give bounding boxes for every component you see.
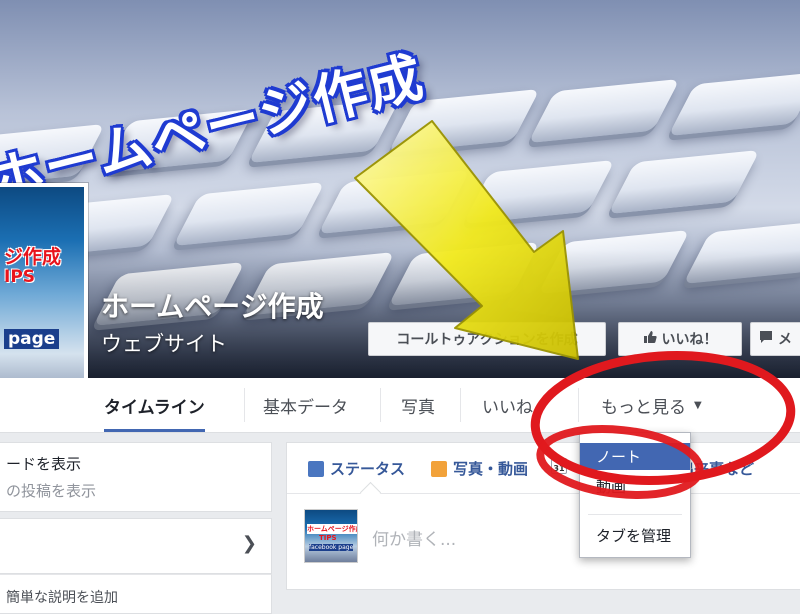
like-button[interactable]: いいね！ <box>618 322 742 356</box>
post-composer: ステータス 写真・動画 31 出来事など ホームページ作成 TIPS faceb… <box>286 442 800 590</box>
keyboard-key <box>528 78 680 144</box>
menu-item-manage-tabs[interactable]: タブを管理 <box>580 522 690 549</box>
composer-tabs: ステータス 写真・動画 31 出来事など <box>287 443 800 504</box>
tab-divider <box>380 388 381 422</box>
menu-divider <box>588 514 682 515</box>
composer-notch <box>359 481 382 504</box>
photo-icon <box>431 460 447 477</box>
left-column-link[interactable]: ードを表示 <box>6 453 81 474</box>
like-button-label: いいね！ <box>661 332 718 348</box>
tab-more[interactable]: もっと見る ▼ <box>601 378 702 432</box>
menu-item-videos[interactable]: 動画 <box>580 473 690 500</box>
composer-tab-label: ステータス <box>330 460 406 478</box>
left-column-card: ードを表示 の投稿を表示 <box>0 442 272 512</box>
call-to-action-button[interactable]: コールトゥアクションを作成 <box>368 322 606 356</box>
tab-about[interactable]: 基本データ <box>263 378 348 432</box>
profile-picture-text: IPS <box>4 267 36 287</box>
pencil-icon <box>308 460 324 477</box>
composer-tab-photo-video[interactable]: 写真・動画 <box>431 458 528 479</box>
profile-picture-text: ジ作成 <box>4 246 62 268</box>
speech-bubble-icon <box>759 330 773 348</box>
keyboard-key <box>173 181 325 247</box>
left-column-link[interactable]: の投稿を表示 <box>6 480 96 501</box>
tab-photos[interactable]: 写真 <box>401 378 435 432</box>
message-button[interactable]: メ <box>750 322 800 356</box>
page-name[interactable]: ホームページ作成 <box>101 285 324 325</box>
thumbs-up-icon <box>643 330 657 348</box>
tab-divider <box>460 388 461 422</box>
post-input[interactable]: 何か書く... <box>372 525 456 550</box>
caret-down-icon: ▼ <box>694 399 702 411</box>
add-description-link[interactable]: 簡単な説明を追加 <box>6 587 118 607</box>
left-column-section[interactable]: ❯ <box>0 518 272 574</box>
keyboard-key <box>608 149 760 215</box>
avatar-text: ホームページ作成 <box>307 524 357 534</box>
left-column-section: 簡単な説明を追加 <box>0 574 272 614</box>
composer-tab-label: 写真・動画 <box>453 460 529 478</box>
calendar-icon: 31 <box>551 458 567 474</box>
chevron-right-icon: ❯ <box>241 533 257 554</box>
menu-item-notes[interactable]: ノート <box>580 443 690 470</box>
tab-divider <box>244 388 245 422</box>
keyboard-key <box>318 169 470 235</box>
page-tabs-bar: タイムライン 基本データ 写真 いいね もっと見る ▼ <box>0 378 800 433</box>
avatar: ホームページ作成 TIPS facebook page <box>304 509 358 563</box>
tab-likes[interactable]: いいね <box>482 378 533 432</box>
composer-tab-status[interactable]: ステータス <box>308 458 405 479</box>
more-dropdown-menu: ノート 動画 タブを管理 <box>579 432 691 558</box>
keyboard-key <box>668 71 800 137</box>
page-category[interactable]: ウェブサイト <box>101 328 227 358</box>
profile-picture[interactable]: ジ作成 IPS page <box>0 183 88 405</box>
tab-timeline[interactable]: タイムライン <box>104 378 205 432</box>
avatar-text: facebook page <box>309 544 354 551</box>
tab-more-label: もっと見る <box>601 397 686 418</box>
calendar-day: 31 <box>553 464 565 473</box>
message-button-label: メ <box>778 332 792 348</box>
composer-tab-event[interactable]: 31 <box>551 458 573 474</box>
tab-divider <box>578 388 579 422</box>
profile-picture-image: ジ作成 IPS page <box>0 187 84 401</box>
keyboard-key <box>463 159 615 225</box>
avatar-text: TIPS <box>319 534 337 542</box>
profile-picture-text: page <box>4 329 60 349</box>
